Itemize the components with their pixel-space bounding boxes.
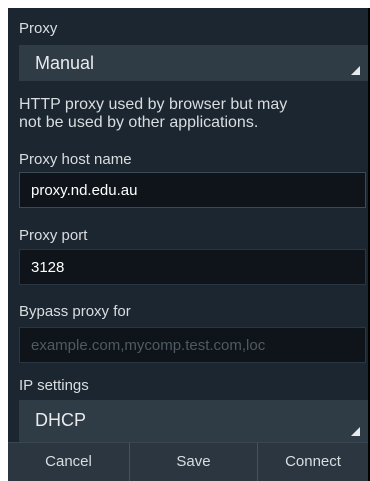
dropdown-corner-triangle-icon — [351, 427, 360, 436]
ip-settings-value: DHCP — [35, 410, 87, 430]
dialog-button-bar: Cancel Save Connect — [8, 442, 368, 481]
dropdown-corner-triangle-icon — [351, 66, 360, 75]
proxy-host-input[interactable]: proxy.nd.edu.au — [19, 172, 366, 208]
proxy-mode-value: Manual — [35, 53, 95, 73]
ip-settings-label: IP settings — [19, 377, 89, 394]
proxy-label: Proxy — [19, 20, 58, 37]
proxy-info-text: HTTP proxy used by browser but may not b… — [19, 96, 370, 132]
proxy-info-line-2: not be used by other applications. — [19, 114, 259, 131]
cancel-button[interactable]: Cancel — [8, 443, 129, 481]
proxy-port-value: 3128 — [31, 259, 65, 276]
proxy-host-label: Proxy host name — [19, 151, 132, 168]
connect-button[interactable]: Connect — [258, 443, 368, 481]
bypass-proxy-input[interactable]: example.com,mycomp.test.com,loc — [19, 327, 366, 363]
save-button[interactable]: Save — [130, 443, 257, 481]
bypass-proxy-label: Bypass proxy for — [19, 303, 131, 320]
screen-frame: Proxy Manual HTTP proxy used by browser … — [8, 8, 370, 481]
proxy-port-label: Proxy port — [19, 227, 88, 244]
proxy-mode-dropdown[interactable]: Manual — [19, 45, 368, 81]
bypass-proxy-placeholder: example.com,mycomp.test.com,loc — [31, 337, 266, 354]
wifi-proxy-settings-dialog: Proxy Manual HTTP proxy used by browser … — [8, 8, 368, 481]
proxy-host-value: proxy.nd.edu.au — [31, 182, 138, 199]
proxy-port-input[interactable]: 3128 — [19, 249, 366, 285]
proxy-info-line-1: HTTP proxy used by browser but may — [19, 96, 288, 113]
ip-settings-dropdown[interactable]: DHCP — [19, 400, 368, 442]
